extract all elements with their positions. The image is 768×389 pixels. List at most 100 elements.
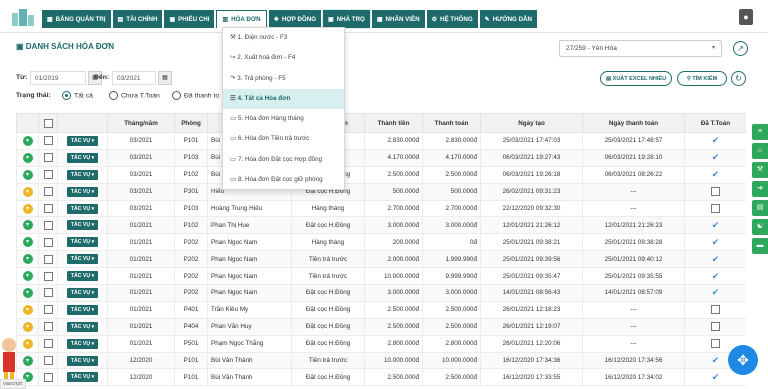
expand-row-icon[interactable]: ▾ — [22, 152, 33, 163]
list-icon[interactable]: ≡ — [752, 124, 768, 140]
action-button[interactable]: TÁC VỤ ▾ — [66, 237, 99, 248]
nav-item[interactable]: ❖ HỢP ĐỒNG — [268, 10, 322, 28]
menu-item[interactable]: ↪ 2. Xuất hoá đơn - F4 — [223, 48, 344, 68]
nav-item[interactable]: ▦ NHÂN VIÊN — [371, 10, 425, 28]
row-checkbox[interactable] — [43, 271, 53, 281]
table-row[interactable]: ▾ TÁC VỤ ▾ 01/2021 P102 Phan Thị Hue Đặt cọc … — [16, 216, 746, 235]
action-button[interactable]: TÁC VỤ ▾ — [66, 372, 99, 383]
row-checkbox[interactable] — [43, 153, 53, 163]
expand-row-icon[interactable]: ▾ — [22, 169, 33, 180]
table-row[interactable]: ▾TÁC VỤ ▾03/2021P102BùiĐặt cọc H.Đồng2.5… — [16, 165, 746, 184]
menu-item[interactable]: ↷ 3. Trả phòng - F5 — [223, 69, 344, 89]
table-row[interactable]: ▾ TÁC VỤ ▾ 03/2021 P301 Hiếu Đặt cọc H.Đồng 50… — [16, 182, 746, 201]
table-row[interactable]: ▾TÁC VỤ ▾03/2021P103BùiHàng tháng4.170.0… — [16, 148, 746, 167]
menu-item[interactable]: ☰ 4. Tất cả Hóa đơn — [223, 88, 344, 110]
table-row[interactable]: ▾TÁC VỤ ▾03/2021P101BùiHàng tháng2.830.0… — [16, 132, 746, 150]
action-button[interactable]: TÁC VỤ ▾ — [66, 355, 99, 366]
expand-row-icon[interactable]: ▾ — [22, 304, 33, 315]
paid-checkbox[interactable] — [711, 322, 720, 332]
status-paid-radio[interactable]: Đã thanh to — [172, 91, 219, 100]
action-button[interactable]: TÁC VỤ ▾ — [66, 203, 99, 214]
export-excel-button[interactable]: ▤ XUẤT EXCEL NHIỀU — [600, 71, 672, 86]
nav-item[interactable]: ▦ BẢNG QUẢN TRỊ — [42, 10, 111, 28]
table-row[interactable]: ▾ TÁC VỤ ▾ 01/2021 P202 Phan Ngọc Nam Đặt cọc… — [16, 284, 746, 302]
action-button[interactable]: TÁC VỤ ▾ — [66, 152, 99, 163]
wrench-icon[interactable]: ⚒ — [752, 162, 768, 178]
doc-icon[interactable]: ▤ — [752, 200, 768, 216]
action-button[interactable]: TÁC VỤ ▾ — [66, 304, 99, 315]
expand-row-icon[interactable]: ▾ — [22, 203, 33, 214]
action-button[interactable]: TÁC VỤ ▾ — [66, 321, 99, 332]
status-unpaid-radio[interactable]: Chưa T.Toán — [109, 91, 160, 100]
expand-row-icon[interactable]: ▾ — [22, 135, 33, 146]
calendar-icon[interactable]: ▦ — [158, 71, 172, 85]
menu-item[interactable]: ▭ 7. Hóa đơn Đặt cọc Hợp đồng — [223, 150, 344, 170]
action-button[interactable]: TÁC VỤ ▾ — [66, 220, 99, 231]
nav-item[interactable]: ▥ HÓA ĐƠN — [216, 10, 267, 28]
logo-icon[interactable] — [10, 7, 36, 27]
to-date-input[interactable]: 03/2021 — [112, 71, 156, 85]
row-checkbox[interactable] — [43, 187, 53, 197]
row-checkbox[interactable] — [43, 339, 53, 349]
action-button[interactable]: TÁC VỤ ▾ — [66, 338, 99, 349]
bed-icon[interactable]: ▬ — [752, 238, 768, 254]
branch-select[interactable]: 27/259 - Yên Hòa ▾ — [559, 40, 722, 57]
menu-item[interactable]: ⚒ 1. Điện nước - F3 — [223, 28, 344, 48]
messenger-icon[interactable]: ✥ — [728, 345, 758, 375]
expand-row-icon[interactable]: ▾ — [22, 355, 33, 366]
nav-item[interactable]: ▤ TÀI CHÍNH — [112, 10, 163, 28]
row-checkbox[interactable] — [43, 237, 53, 247]
row-checkbox[interactable] — [43, 204, 53, 213]
table-row[interactable]: ▾ TÁC VỤ ▾ 01/2021 P202 Phan Ngọc Nam Hàng th… — [16, 233, 746, 252]
table-row[interactable]: ▾ TÁC VỤ ▾ 01/2021 P202 Phan Ngọc Nam Tiền tr… — [16, 267, 746, 286]
row-checkbox[interactable] — [43, 288, 53, 298]
expand-row-icon[interactable]: ▾ — [22, 287, 33, 298]
select-all-checkbox[interactable] — [43, 118, 53, 128]
table-row[interactable]: ▾ TÁC VỤ ▾ 01/2021 P404 Phan Văn Huy Đặt cọc … — [16, 317, 746, 336]
row-checkbox[interactable] — [43, 170, 53, 180]
expand-row-icon[interactable]: ▾ — [22, 186, 33, 197]
nav-item[interactable]: ⚙ HỆ THỐNG — [426, 10, 478, 28]
row-checkbox[interactable] — [43, 220, 53, 230]
action-button[interactable]: TÁC VỤ ▾ — [66, 186, 99, 197]
search-button[interactable]: ⚲ TÌM KIẾM — [677, 71, 727, 86]
action-button[interactable]: TÁC VỤ ▾ — [66, 169, 99, 180]
expand-icon[interactable]: ↗ — [733, 41, 748, 56]
row-checkbox[interactable] — [43, 356, 53, 366]
row-checkbox[interactable] — [43, 305, 53, 315]
menu-item[interactable]: ▭ 6. Hóa đơn Tiền trả trước — [223, 129, 344, 149]
table-row[interactable]: ▾ TÁC VỤ ▾ 01/2021 P501 Phạm Ngọc Thắng Đặt c… — [16, 334, 746, 353]
expand-row-icon[interactable]: ▾ — [22, 321, 33, 332]
action-button[interactable]: TÁC VỤ ▾ — [66, 271, 99, 282]
table-row[interactable]: ▾ TÁC VỤ ▾ 01/2021 P401 Trần Kiều My Đặt cọc … — [16, 300, 746, 319]
home-icon[interactable]: ⌂ — [752, 143, 768, 159]
paid-checkbox[interactable] — [711, 187, 720, 197]
menu-item[interactable]: ▭ 5. Hóa đơn Hàng tháng — [223, 109, 344, 129]
nav-item[interactable]: ▣ PHIẾU CHI — [164, 10, 215, 28]
menu-item[interactable]: ▭ 8. Hóa đơn Đặt cọc giữ phòng — [223, 170, 344, 190]
paid-checkbox[interactable] — [711, 339, 720, 349]
table-row[interactable]: ▾ TÁC VỤ ▾ 12/2020 P101 Bùi Văn Thành Tiền tr… — [16, 351, 746, 370]
action-button[interactable]: TÁC VỤ ▾ — [66, 254, 99, 265]
nav-item[interactable]: ▣ NHÀ TRỌ — [322, 9, 371, 29]
paid-checkbox[interactable] — [711, 305, 720, 315]
from-date-input[interactable]: 01/2019 — [30, 71, 86, 85]
row-checkbox[interactable] — [43, 254, 53, 264]
table-row[interactable]: ▾ TÁC VỤ ▾ 01/2021 P202 Phan Ngọc Nam Tiền tr… — [16, 250, 746, 269]
expand-row-icon[interactable]: ▾ — [22, 338, 33, 349]
users-icon[interactable]: ☯ — [752, 219, 768, 235]
lock-icon[interactable]: ● — [739, 9, 753, 25]
refresh-icon[interactable]: ↻ — [731, 71, 746, 86]
row-checkbox[interactable] — [43, 136, 53, 146]
row-checkbox[interactable] — [43, 372, 53, 382]
table-row[interactable]: ▾ TÁC VỤ ▾ 12/2020 P101 Bùi Văn Thành Đặt cọc… — [16, 368, 746, 387]
row-checkbox[interactable] — [43, 322, 53, 332]
expand-row-icon[interactable]: ▾ — [22, 254, 33, 265]
expand-row-icon[interactable]: ▾ — [22, 237, 33, 248]
action-button[interactable]: TÁC VỤ ▾ — [66, 287, 99, 298]
action-button[interactable]: TÁC VỤ ▾ — [66, 135, 99, 146]
export-icon[interactable]: ➔ — [752, 181, 768, 197]
status-all-radio[interactable]: Tất cả — [62, 91, 93, 100]
expand-row-icon[interactable]: ▾ — [22, 271, 33, 282]
nav-item[interactable]: ✎ HƯỚNG DẪN — [479, 10, 537, 28]
